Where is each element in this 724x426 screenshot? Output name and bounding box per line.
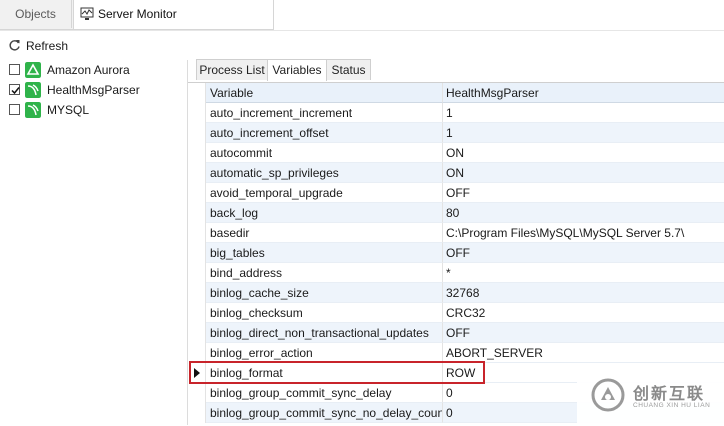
variable-name-cell: bind_address	[206, 263, 443, 283]
refresh-label: Refresh	[26, 39, 69, 53]
row-indicator	[188, 263, 206, 283]
variable-value-cell[interactable]: ABORT_SERVER	[443, 343, 724, 363]
variable-name-cell: binlog_checksum	[206, 303, 443, 323]
row-indicator	[188, 163, 206, 183]
server-label: HealthMsgParser	[47, 83, 140, 97]
variable-value-cell[interactable]: 32768	[443, 283, 724, 303]
variable-value-cell[interactable]: OFF	[443, 183, 724, 203]
variable-name-cell: binlog_group_commit_sync_delay	[206, 383, 443, 403]
server-label: Amazon Aurora	[47, 63, 130, 77]
server-checkbox[interactable]	[9, 64, 20, 75]
variable-value-cell[interactable]: OFF	[443, 243, 724, 263]
refresh-button[interactable]: Refresh	[8, 37, 68, 55]
column-header-server[interactable]: HealthMsgParser	[443, 83, 724, 103]
server-item-healthmsgparser[interactable]: HealthMsgParser	[4, 80, 187, 100]
table-row[interactable]: avoid_temporal_upgrade OFF	[188, 183, 724, 203]
toolbar: Refresh	[0, 30, 724, 59]
row-indicator	[188, 243, 206, 263]
row-indicator	[188, 223, 206, 243]
table-row[interactable]: back_log 80	[188, 203, 724, 223]
server-item-mysql[interactable]: MYSQL	[4, 100, 187, 120]
variable-name-cell: basedir	[206, 223, 443, 243]
tab-process-list[interactable]: Process List	[196, 59, 268, 80]
row-indicator	[188, 323, 206, 343]
variable-value-cell[interactable]: 1	[443, 103, 724, 123]
row-indicator	[188, 103, 206, 123]
table-row[interactable]: basedir C:\Program Files\MySQL\MySQL Serv…	[188, 223, 724, 243]
watermark-logo-icon	[591, 378, 625, 412]
variable-value-cell[interactable]: C:\Program Files\MySQL\MySQL Server 5.7\	[443, 223, 724, 243]
document-tab-strip: Objects Server Monitor	[0, 0, 724, 30]
checkmark-icon	[11, 87, 20, 95]
mysql-icon	[25, 82, 41, 98]
server-monitor-icon	[80, 7, 94, 20]
table-row[interactable]: binlog_error_action ABORT_SERVER	[188, 343, 724, 363]
table-row[interactable]: automatic_sp_privileges ON	[188, 163, 724, 183]
tab-variables[interactable]: Variables	[267, 59, 327, 81]
variable-value-cell[interactable]: ON	[443, 143, 724, 163]
table-row[interactable]: auto_increment_offset 1	[188, 123, 724, 143]
mysql-icon	[25, 102, 41, 118]
row-indicator	[188, 343, 206, 363]
row-indicator	[188, 283, 206, 303]
column-header-variable[interactable]: Variable	[206, 83, 443, 103]
variable-name-cell: automatic_sp_privileges	[206, 163, 443, 183]
row-indicator	[188, 203, 206, 223]
variable-value-cell[interactable]: *	[443, 263, 724, 283]
watermark: 创新互联 CHUANG XIN HU LIAN	[577, 368, 724, 425]
variable-value-cell[interactable]: CRC32	[443, 303, 724, 323]
table-row[interactable]: autocommit ON	[188, 143, 724, 163]
variable-name-cell: binlog_format	[206, 363, 443, 383]
watermark-subtext: CHUANG XIN HU LIAN	[633, 402, 711, 409]
variable-name-cell: big_tables	[206, 243, 443, 263]
server-item-amazon-aurora[interactable]: Amazon Aurora	[4, 60, 187, 80]
grid-header: Variable HealthMsgParser	[188, 83, 724, 103]
server-label: MYSQL	[47, 103, 90, 117]
variable-name-cell: binlog_group_commit_sync_no_delay_count	[206, 403, 443, 423]
row-indicator	[188, 123, 206, 143]
row-indicator	[188, 83, 206, 103]
variable-name-cell: binlog_error_action	[206, 343, 443, 363]
row-indicator	[188, 183, 206, 203]
variable-name-cell: autocommit	[206, 143, 443, 163]
row-indicator	[188, 303, 206, 323]
variable-value-cell[interactable]: ON	[443, 163, 724, 183]
tab-status[interactable]: Status	[326, 59, 371, 80]
table-row[interactable]: bind_address *	[188, 263, 724, 283]
table-row[interactable]: auto_increment_increment 1	[188, 103, 724, 123]
variable-value-cell[interactable]: OFF	[443, 323, 724, 343]
tab-server-monitor[interactable]: Server Monitor	[73, 0, 274, 29]
table-row[interactable]: binlog_direct_non_transactional_updates O…	[188, 323, 724, 343]
variable-value-cell[interactable]: 80	[443, 203, 724, 223]
tab-objects[interactable]: Objects	[0, 0, 72, 28]
table-row[interactable]: binlog_cache_size 32768	[188, 283, 724, 303]
variable-name-cell: binlog_cache_size	[206, 283, 443, 303]
refresh-icon	[9, 40, 20, 51]
row-indicator	[188, 403, 206, 423]
variable-name-cell: avoid_temporal_upgrade	[206, 183, 443, 203]
variable-name-cell: auto_increment_offset	[206, 123, 443, 143]
tab-server-monitor-label: Server Monitor	[98, 7, 177, 21]
server-list: Amazon Aurora HealthMsgParser MYSQL	[4, 60, 188, 425]
row-indicator	[188, 143, 206, 163]
aurora-icon	[25, 62, 41, 78]
variable-name-cell: back_log	[206, 203, 443, 223]
server-checkbox[interactable]	[9, 84, 20, 95]
table-row[interactable]: binlog_checksum CRC32	[188, 303, 724, 323]
row-indicator	[188, 383, 206, 403]
variable-value-cell[interactable]: 1	[443, 123, 724, 143]
server-checkbox[interactable]	[9, 104, 20, 115]
variable-name-cell: auto_increment_increment	[206, 103, 443, 123]
watermark-text: 创新互联	[633, 386, 706, 403]
table-row[interactable]: big_tables OFF	[188, 243, 724, 263]
current-row-indicator	[188, 363, 206, 383]
variable-name-cell: binlog_direct_non_transactional_updates	[206, 323, 443, 343]
